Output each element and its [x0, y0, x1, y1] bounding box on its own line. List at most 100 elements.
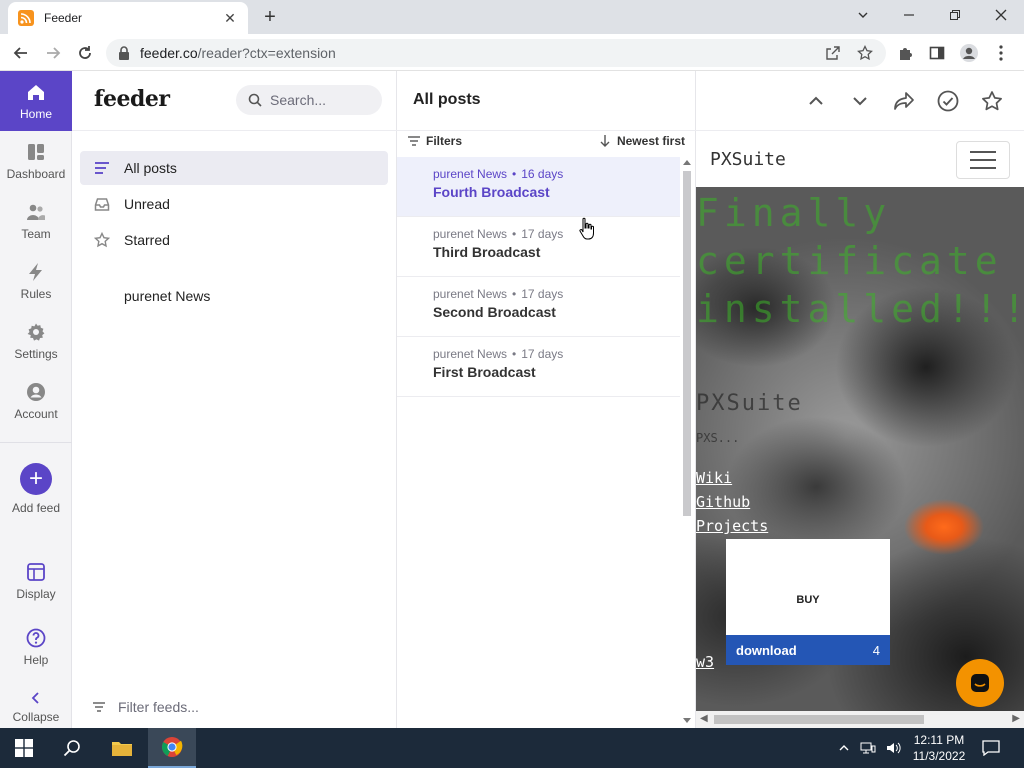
posts-scrollbar[interactable]	[681, 159, 693, 728]
nav-account[interactable]: Account	[0, 371, 72, 431]
clock-date: 11/3/2022	[912, 749, 966, 763]
search-icon	[248, 93, 262, 107]
w3-link[interactable]: w3	[696, 653, 714, 671]
download-button[interactable]: download 4	[726, 635, 890, 665]
wiki-link[interactable]: Wiki	[696, 469, 732, 487]
volume-icon[interactable]	[886, 741, 902, 755]
projects-link[interactable]: Projects	[696, 517, 768, 535]
nav-dashboard[interactable]: Dashboard	[0, 131, 72, 191]
arrow-down-icon	[600, 135, 610, 147]
post-meta: purenet News • 17 days	[433, 347, 680, 361]
feeds-header-divider	[72, 130, 397, 131]
restore-icon[interactable]	[932, 0, 978, 30]
side-panel-icon[interactable]	[924, 40, 950, 66]
search-input[interactable]	[270, 92, 370, 108]
nav-settings[interactable]: Settings	[0, 311, 72, 371]
address-bar[interactable]: feeder.co/reader?ctx=extension	[106, 39, 886, 67]
post-item[interactable]: purenet News • 16 days Fourth Broadcast	[397, 157, 680, 217]
bookmark-star-icon[interactable]	[852, 40, 878, 66]
tab-search-icon[interactable]	[840, 0, 886, 30]
post-meta: purenet News • 17 days	[433, 287, 680, 301]
list-icon	[95, 162, 109, 174]
reload-icon[interactable]	[72, 40, 98, 66]
minimize-icon[interactable]	[886, 0, 932, 30]
system-clock[interactable]: 12:11 PM 11/3/2022	[906, 732, 972, 764]
new-tab-button[interactable]: +	[258, 6, 282, 30]
add-feed-button[interactable]: + Add feed	[0, 457, 72, 521]
post-list: purenet News • 16 days Fourth Broadcast pu…	[397, 157, 680, 397]
close-window-icon[interactable]	[978, 0, 1024, 30]
article-small-text: PXS...	[696, 431, 740, 445]
chat-button[interactable]	[956, 659, 1004, 707]
nav-display[interactable]: Display	[0, 551, 72, 611]
nav-help-label: Help	[23, 652, 49, 667]
add-feed-label: Add feed	[11, 501, 61, 515]
share-post-button[interactable]	[891, 88, 917, 114]
filters-button[interactable]: Filters	[407, 134, 462, 148]
chevron-up-icon[interactable]	[838, 742, 850, 754]
scroll-up-icon[interactable]	[683, 159, 691, 165]
back-icon[interactable]	[8, 40, 34, 66]
star-post-button[interactable]	[979, 88, 1005, 114]
main-nav: Home Dashboard Team Rules Settings Accou…	[0, 71, 72, 728]
scroll-down-icon[interactable]	[683, 718, 691, 724]
next-post-button[interactable]	[847, 88, 873, 114]
feed-item-starred[interactable]: Starred	[80, 223, 388, 257]
feed-item-unread[interactable]: Unread	[80, 187, 388, 221]
feed-item-purenet-news[interactable]: purenet News	[80, 279, 388, 313]
scrollbar-thumb[interactable]	[683, 171, 691, 516]
nav-help[interactable]: Help	[0, 617, 72, 677]
home-icon	[28, 84, 44, 100]
network-icon[interactable]	[860, 741, 876, 755]
file-explorer-button[interactable]	[98, 728, 146, 768]
nav-team[interactable]: Team	[0, 191, 72, 251]
meta-dot: •	[512, 227, 517, 241]
github-link[interactable]: Github	[696, 493, 750, 511]
notifications-button[interactable]	[968, 728, 1014, 768]
browser-menu-icon[interactable]	[988, 40, 1014, 66]
extensions-icon[interactable]	[892, 40, 918, 66]
forward-icon[interactable]	[40, 40, 66, 66]
nav-collapse[interactable]: Collapse	[0, 683, 72, 728]
scroll-left-icon[interactable]: ◀	[700, 713, 708, 724]
post-age: 17 days	[521, 287, 564, 301]
tab-close-icon[interactable]: ✕	[222, 10, 238, 27]
posts-title: All posts	[413, 91, 481, 108]
feed-item-label: Starred	[124, 232, 170, 248]
feed-item-label: All posts	[124, 160, 177, 176]
browser-tab[interactable]: Feeder ✕	[8, 2, 248, 34]
feed-item-all-posts[interactable]: All posts	[80, 151, 388, 185]
post-item[interactable]: purenet News • 17 days Third Broadcast	[397, 217, 680, 277]
search-box[interactable]	[236, 85, 382, 115]
reader-horizontal-scrollbar[interactable]: ◀ ▶	[696, 711, 1024, 728]
post-meta: purenet News • 17 days	[433, 227, 680, 241]
start-button[interactable]	[0, 728, 48, 768]
filter-feeds-input[interactable]: Filter feeds...	[92, 699, 199, 715]
scrollbar-thumb[interactable]	[714, 715, 924, 724]
previous-post-button[interactable]	[803, 88, 829, 114]
feeder-app: Home Dashboard Team Rules Settings Accou…	[0, 71, 1024, 728]
nav-rules[interactable]: Rules	[0, 251, 72, 311]
buy-button[interactable]: BUY	[726, 594, 890, 606]
post-item[interactable]: purenet News • 17 days Second Broadcast	[397, 277, 680, 337]
filters-label: Filters	[426, 134, 463, 148]
download-label: download	[736, 642, 797, 658]
url-host: feeder.co	[140, 45, 198, 61]
star-icon	[982, 91, 1002, 111]
post-item[interactable]: purenet News • 17 days First Broadcast	[397, 337, 680, 397]
article-subtitle: PXSuite	[696, 391, 803, 416]
account-icon	[27, 382, 45, 401]
nav-home[interactable]: Home	[0, 71, 72, 131]
scroll-right-icon[interactable]: ▶	[1012, 713, 1020, 724]
filter-icon	[408, 136, 420, 146]
mark-read-button[interactable]	[935, 88, 961, 114]
chrome-taskbar-button[interactable]	[148, 728, 196, 768]
share-icon[interactable]	[820, 40, 846, 66]
nav-team-label: Team	[21, 226, 51, 241]
taskbar-search-button[interactable]	[48, 728, 96, 768]
chevron-up-icon	[809, 96, 823, 105]
hamburger-menu-icon[interactable]	[956, 141, 1010, 179]
profile-avatar-icon[interactable]	[956, 40, 982, 66]
sort-button[interactable]: Newest first	[598, 134, 685, 148]
star-icon	[94, 232, 110, 248]
